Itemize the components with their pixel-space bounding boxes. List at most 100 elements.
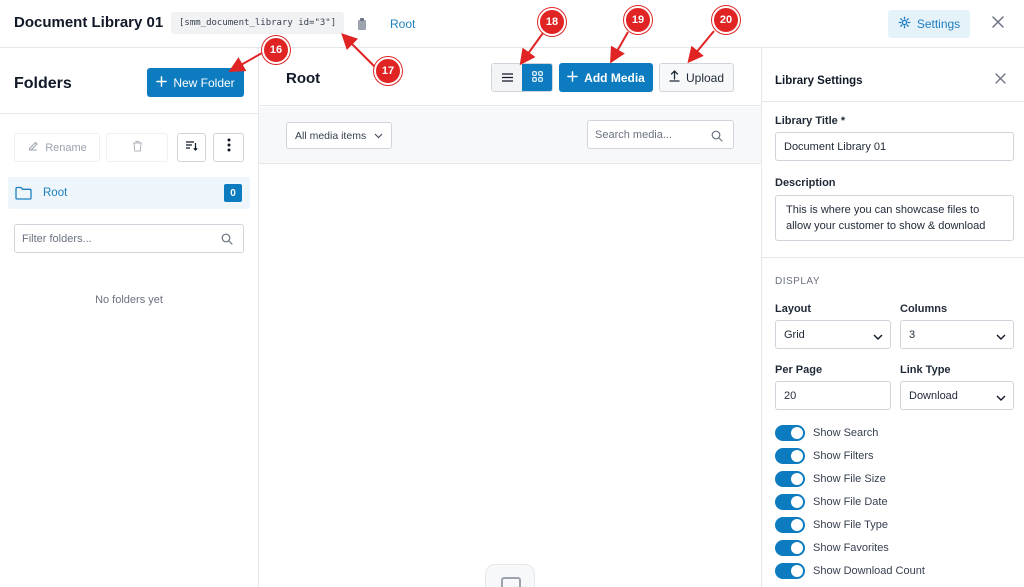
columns-select[interactable]: 3	[900, 320, 1014, 349]
divider	[762, 101, 1024, 102]
toggle-switch[interactable]	[775, 494, 805, 510]
upload-label: Upload	[685, 70, 725, 85]
layout-value: Grid	[784, 328, 805, 341]
list-view-button[interactable]	[492, 64, 522, 91]
settings-panel-title: Library Settings	[775, 75, 863, 87]
top-bar: Document Library 01 [smm_document_librar…	[0, 0, 1024, 48]
toggle-switch[interactable]	[775, 563, 805, 579]
link-type-value: Download	[909, 389, 958, 402]
divider	[762, 257, 1024, 258]
folders-panel: Folders New Folder Rename Root 0 Filter …	[0, 48, 259, 587]
rename-label: Rename	[45, 141, 87, 154]
settings-label: Settings	[916, 17, 961, 31]
annotation-badge-16: 16	[262, 36, 290, 64]
toggle-show-file-size[interactable]: Show File Size	[775, 470, 886, 488]
upload-button[interactable]: Upload	[659, 63, 734, 92]
new-folder-label: New Folder	[173, 75, 235, 90]
divider	[0, 113, 258, 114]
toggle-show-search[interactable]: Show Search	[775, 424, 878, 442]
filter-folders-input[interactable]	[14, 224, 244, 253]
folder-label: Root	[43, 187, 68, 199]
annotation-badge-17: 17	[374, 57, 402, 85]
rename-button[interactable]: Rename	[14, 133, 100, 162]
toggle-label: Show File Date	[813, 496, 888, 508]
description-label: Description	[775, 177, 836, 189]
library-title-field[interactable]	[775, 132, 1014, 161]
toggle-label: Show File Type	[813, 519, 889, 531]
search-icon	[221, 232, 233, 250]
annotation-badge-18: 18	[538, 8, 566, 36]
shortcode-display[interactable]: [smm_document_library id="3"]	[171, 12, 345, 34]
columns-value: 3	[909, 328, 916, 341]
grid-view-button[interactable]	[522, 64, 552, 91]
media-type-select[interactable]: All media items	[286, 122, 392, 149]
copy-icon[interactable]	[357, 17, 367, 30]
close-icon[interactable]	[990, 14, 1006, 30]
sort-icon	[185, 139, 198, 157]
link-type-select[interactable]: Download	[900, 381, 1014, 410]
toggle-show-file-type[interactable]: Show File Type	[775, 516, 888, 534]
upload-icon	[669, 70, 680, 85]
edit-icon	[27, 140, 39, 155]
breadcrumb-root[interactable]: Root	[390, 17, 415, 31]
current-folder-title: Root	[286, 70, 321, 87]
columns-label: Columns	[900, 303, 948, 315]
empty-folders-message: No folders yet	[95, 294, 163, 306]
grid-icon	[531, 69, 543, 87]
more-vertical-icon	[227, 138, 231, 157]
library-title-label: Library Title *	[775, 115, 846, 127]
media-area: Root Add Media Upload All media items Se…	[259, 48, 761, 587]
toggle-show-download-count[interactable]: Show Download Count	[775, 562, 925, 580]
view-toggle	[491, 63, 553, 92]
toggle-label: Show File Size	[813, 473, 886, 485]
settings-button[interactable]: Settings	[888, 10, 970, 38]
toggle-show-filters[interactable]: Show Filters	[775, 447, 874, 465]
folder-item-root[interactable]: Root 0	[8, 177, 250, 209]
per-page-field[interactable]	[775, 381, 891, 410]
media-filter-bar: All media items	[259, 107, 761, 164]
chevron-down-icon	[996, 392, 1006, 404]
plus-icon	[567, 70, 578, 85]
toggle-switch[interactable]	[775, 448, 805, 464]
media-type-value: All media items	[295, 129, 367, 142]
folder-count-badge: 0	[224, 184, 242, 202]
media-toolbar: Root Add Media Upload	[259, 48, 761, 106]
folder-icon	[15, 186, 32, 205]
display-section-heading: DISPLAY	[775, 276, 820, 287]
sort-button[interactable]	[177, 133, 206, 162]
layout-select[interactable]: Grid	[775, 320, 891, 349]
toggle-label: Show Download Count	[813, 565, 925, 577]
toggle-label: Show Search	[813, 427, 879, 439]
toggle-show-file-date[interactable]: Show File Date	[775, 493, 888, 511]
per-page-label: Per Page	[775, 364, 823, 376]
folders-heading: Folders	[14, 75, 72, 92]
gear-icon	[898, 16, 911, 32]
chevron-down-icon	[996, 331, 1006, 343]
settings-panel: Library Settings Library Title * Descrip…	[761, 48, 1024, 587]
new-folder-button[interactable]: New Folder	[147, 68, 244, 97]
annotation-badge-19: 19	[624, 6, 652, 34]
chevron-down-icon	[374, 130, 383, 142]
toggle-show-favorites[interactable]: Show Favorites	[775, 539, 889, 557]
toggle-label: Show Favorites	[813, 542, 889, 554]
library-title: Document Library 01	[14, 14, 164, 31]
annotation-badge-20: 20	[712, 6, 740, 34]
link-type-label: Link Type	[900, 364, 951, 376]
description-field[interactable]: This is where you can showcase files to …	[775, 195, 1014, 241]
add-media-button[interactable]: Add Media	[559, 63, 653, 92]
trash-icon	[132, 139, 143, 157]
add-media-label: Add Media	[584, 70, 645, 85]
delete-folder-button[interactable]	[106, 133, 168, 162]
toggle-switch[interactable]	[775, 425, 805, 441]
layout-label: Layout	[775, 303, 812, 315]
list-icon	[501, 69, 513, 87]
toggle-switch[interactable]	[775, 517, 805, 533]
toggle-switch[interactable]	[775, 471, 805, 487]
toggle-switch[interactable]	[775, 540, 805, 556]
empty-state-icon	[485, 564, 535, 587]
toggle-label: Show Filters	[813, 450, 874, 462]
chevron-down-icon	[873, 331, 883, 343]
more-options-button[interactable]	[213, 133, 244, 162]
close-icon[interactable]	[994, 72, 1007, 90]
search-icon	[711, 129, 723, 147]
